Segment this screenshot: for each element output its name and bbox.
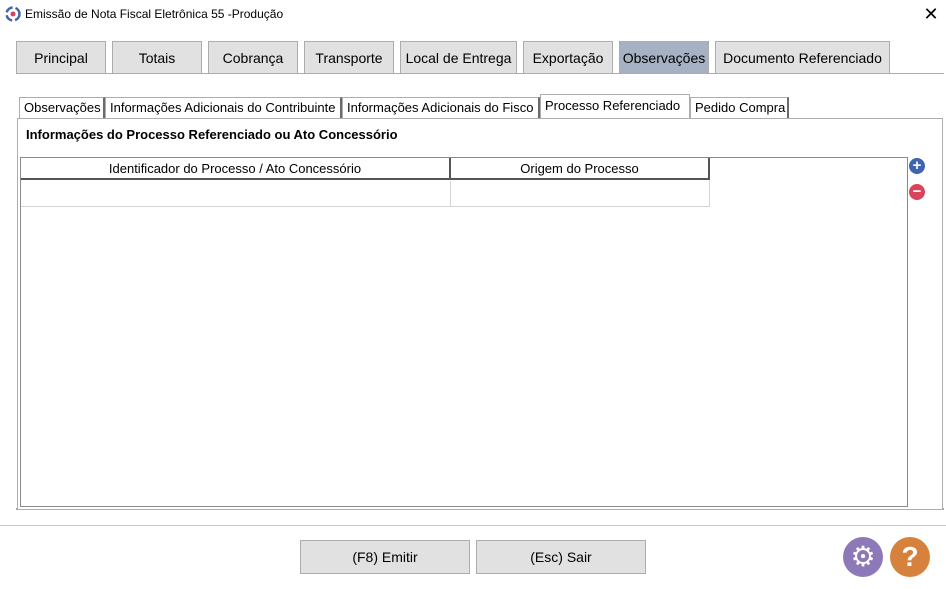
tab-documento-referenciado[interactable]: Documento Referenciado <box>715 41 890 73</box>
footer-divider <box>0 525 946 526</box>
gear-icon[interactable]: ⚙ <box>843 537 883 577</box>
emit-button[interactable]: (F8) Emitir <box>300 540 470 574</box>
question-icon[interactable]: ? <box>890 537 930 577</box>
subtab-info-adicionais-fisco[interactable]: Informações Adicionais do Fisco <box>342 97 540 118</box>
table-cell[interactable] <box>21 181 451 207</box>
tab-local-de-entrega[interactable]: Local de Entrega <box>400 41 517 73</box>
tab-cobranca[interactable]: Cobrança <box>208 41 298 73</box>
exit-button[interactable]: (Esc) Sair <box>476 540 646 574</box>
window-title: Emissão de Nota Fiscal Eletrônica 55 -Pr… <box>25 7 284 21</box>
tab-observacoes[interactable]: Observações <box>619 41 709 73</box>
table-cell[interactable] <box>451 181 710 207</box>
column-header-identificador[interactable]: Identificador do Processo / Ato Concessó… <box>21 158 451 180</box>
close-button[interactable]: ✕ <box>916 0 946 30</box>
app-logo-icon <box>5 6 21 22</box>
tab-principal[interactable]: Principal <box>16 41 106 73</box>
tab-transporte[interactable]: Transporte <box>304 41 394 73</box>
minus-circle-icon[interactable]: − <box>909 184 925 200</box>
column-header-origem[interactable]: Origem do Processo <box>451 158 710 180</box>
subtab-observacoes[interactable]: Observações <box>19 97 105 118</box>
subtab-processo-referenciado[interactable]: Processo Referenciado <box>540 94 690 118</box>
subtab-pedido-compra[interactable]: Pedido Compra <box>690 97 789 118</box>
tab-exportacao[interactable]: Exportação <box>523 41 613 73</box>
title-bar: Emissão de Nota Fiscal Eletrônica 55 -Pr… <box>0 0 946 30</box>
plus-circle-icon[interactable]: + <box>909 158 925 174</box>
tab-totais[interactable]: Totais <box>112 41 202 73</box>
section-heading: Informações do Processo Referenciado ou … <box>26 127 398 142</box>
subtab-info-adicionais-contribuinte[interactable]: Informações Adicionais do Contribuinte <box>105 97 342 118</box>
process-grid[interactable]: Identificador do Processo / Ato Concessó… <box>20 157 908 507</box>
